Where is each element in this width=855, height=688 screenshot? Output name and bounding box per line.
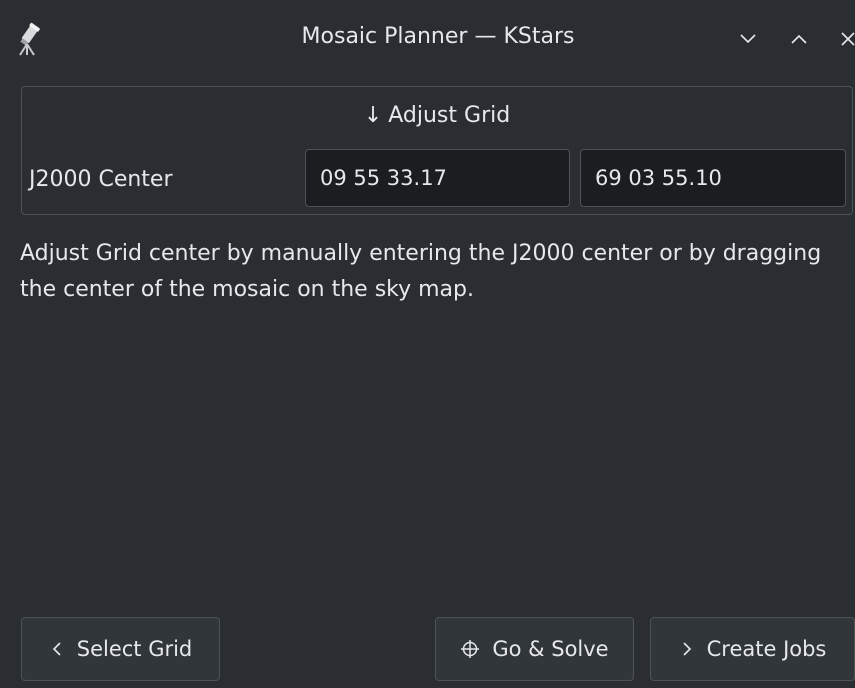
select-grid-button[interactable]: Select Grid [21,617,220,681]
close-icon[interactable] [831,22,855,56]
arrow-down-icon: ↓ [363,103,383,128]
go-solve-button[interactable]: Go & Solve [435,617,634,681]
chevron-left-icon [49,641,65,657]
dec-input[interactable] [580,149,846,207]
select-grid-label: Select Grid [76,637,193,661]
j2000-center-label: J2000 Center [29,167,173,192]
maximize-icon[interactable] [782,22,816,56]
title-bar[interactable]: Mosaic Planner — KStars [0,0,855,76]
chevron-right-icon [679,641,695,657]
ra-input[interactable] [305,149,570,207]
mosaic-planner-window: Mosaic Planner — KStars ↓ Adjust Grid J20… [0,0,855,688]
crosshair-icon [460,639,480,659]
create-jobs-button[interactable]: Create Jobs [650,617,855,681]
go-solve-label: Go & Solve [492,637,609,661]
adjust-grid-title: Adjust Grid [388,103,511,128]
instructions-text: Adjust Grid center by manually entering … [20,241,822,302]
adjust-grid-header[interactable]: ↓ Adjust Grid [22,99,852,133]
adjust-grid-group: ↓ Adjust Grid J2000 Center [21,86,853,215]
window-title: Mosaic Planner — KStars [301,24,575,49]
minimize-icon[interactable] [731,22,765,56]
create-jobs-label: Create Jobs [706,637,827,661]
